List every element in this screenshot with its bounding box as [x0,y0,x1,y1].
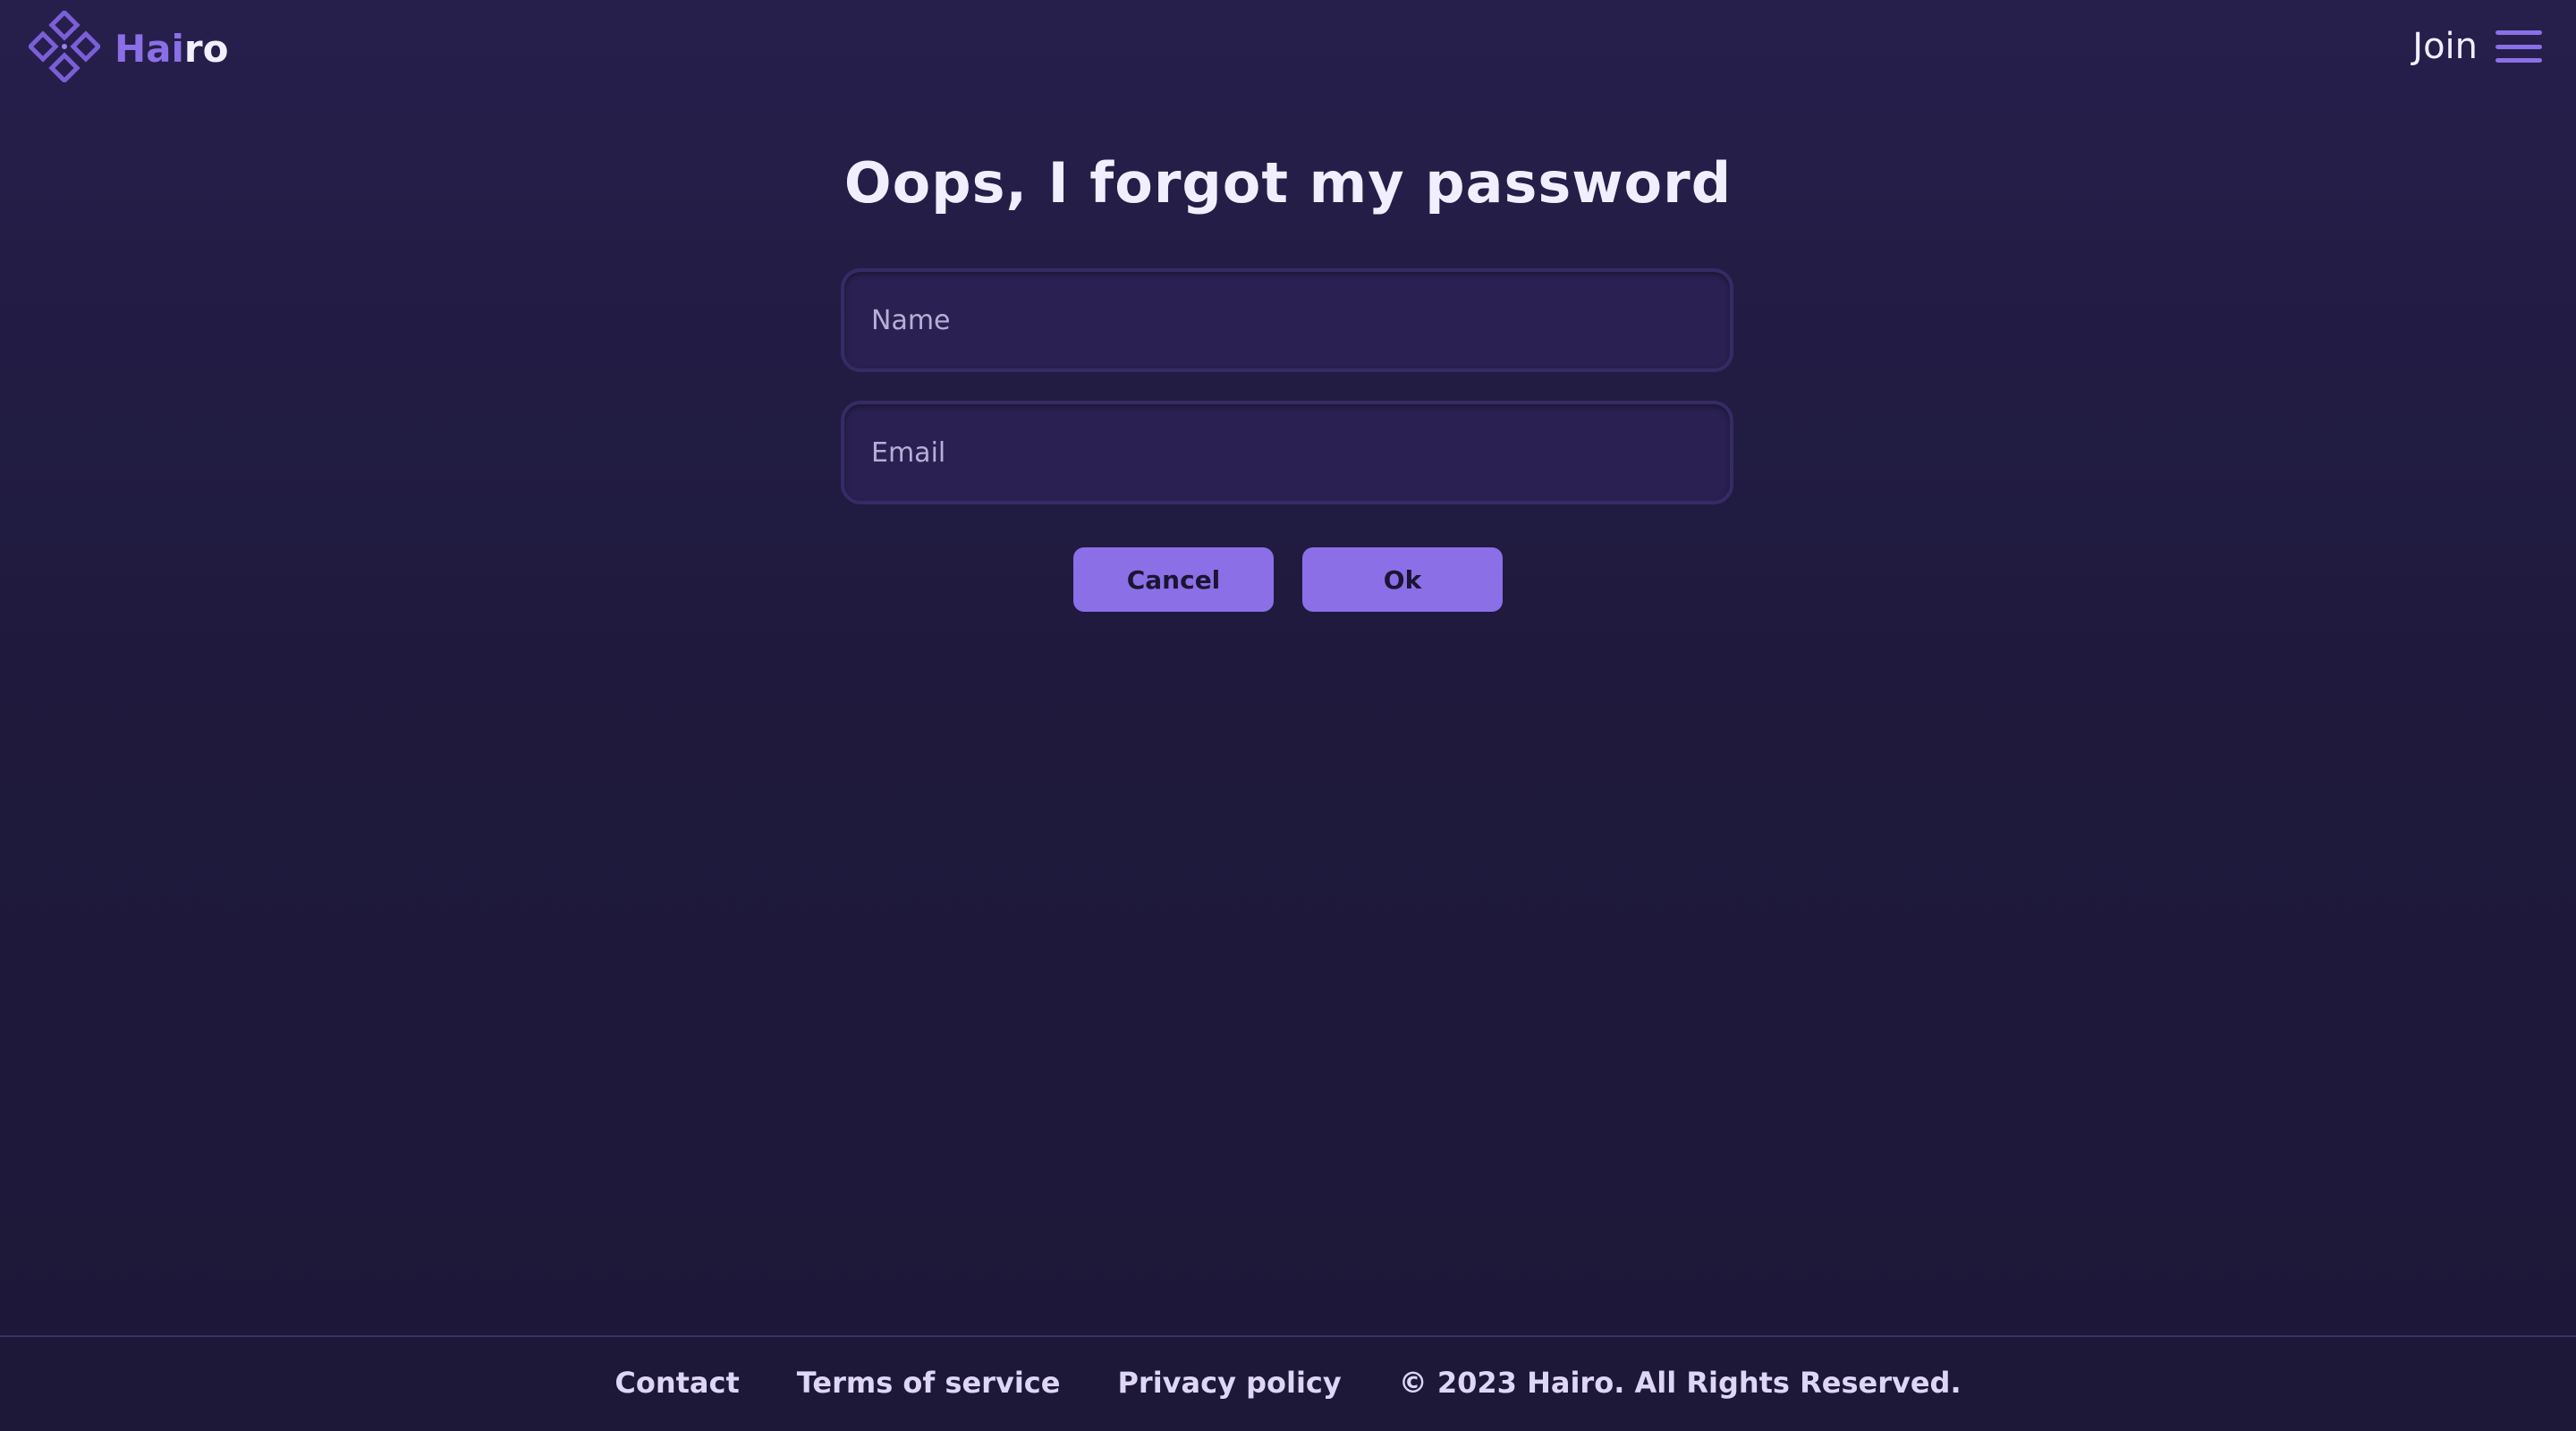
brand-name-rest: ro [183,26,229,71]
ok-button[interactable]: Ok [1302,547,1503,612]
name-field[interactable] [841,268,1733,372]
cancel-button[interactable]: Cancel [1073,547,1274,612]
email-field[interactable] [841,401,1733,504]
menu-bar [2496,44,2542,49]
brand-name-accent: Hai [114,26,184,71]
menu-bar [2496,30,2542,35]
hamburger-menu-icon[interactable] [2496,27,2542,66]
privacy-policy-link[interactable]: Privacy policy [1117,1366,1341,1400]
join-link[interactable]: Join [2412,23,2478,70]
page-footer: Contact Terms of service Privacy policy … [0,1335,2576,1431]
copyright-text: © 2023 Hairo. All Rights Reserved. [1398,1365,1962,1400]
diamond-cluster-icon [27,9,102,86]
menu-bar [2496,58,2542,63]
top-header: Hairo Join [0,0,2576,93]
brand-logo[interactable]: Hairo [27,9,228,86]
page-title: Oops, I forgot my password [843,150,1733,216]
terms-of-service-link[interactable]: Terms of service [797,1366,1061,1400]
contact-link[interactable]: Contact [614,1366,739,1400]
brand-name: Hairo [114,27,228,71]
